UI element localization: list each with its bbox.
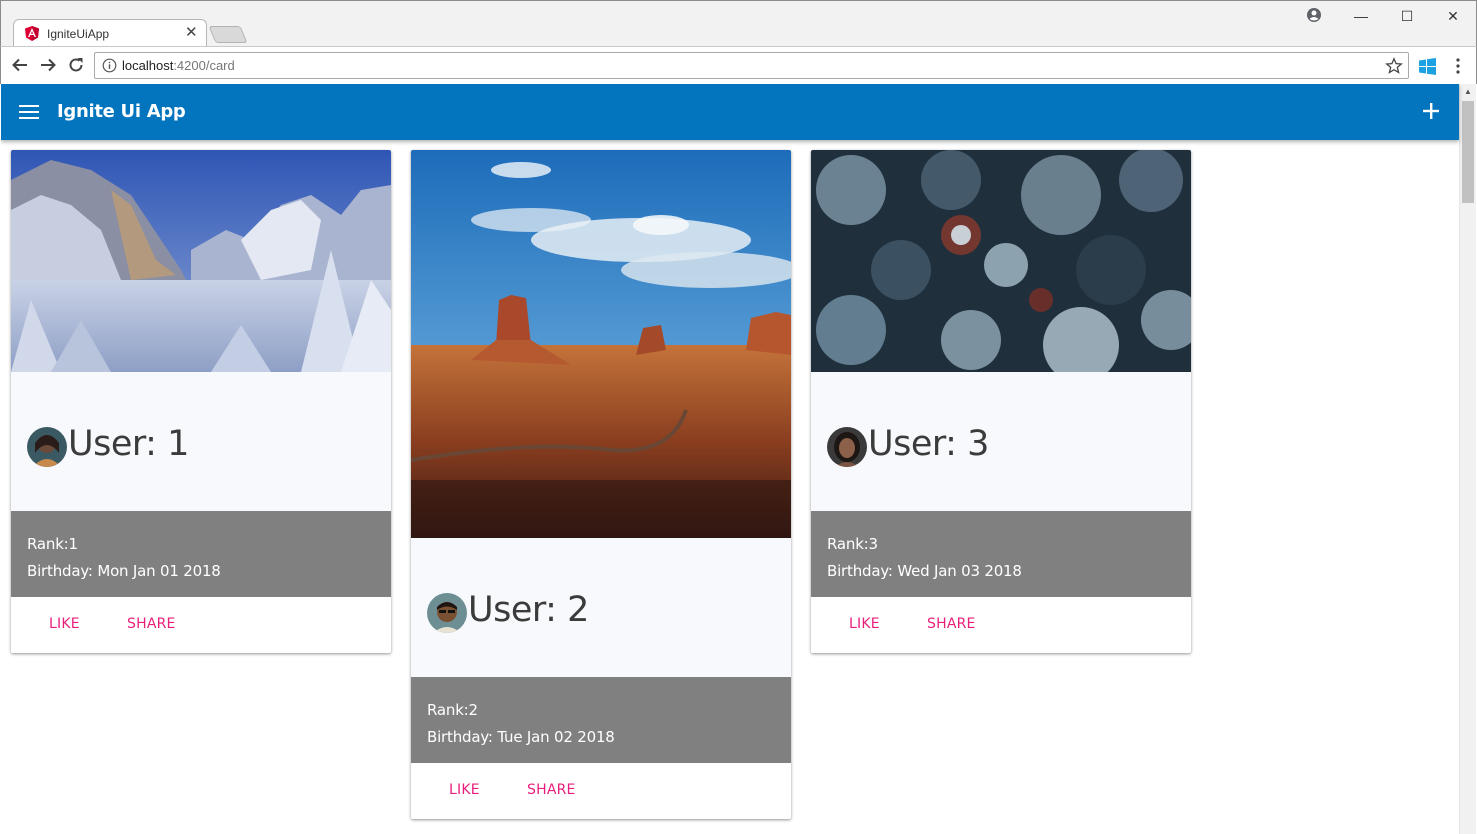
menu-icon[interactable] (19, 103, 39, 121)
close-window-button[interactable]: ✕ (1430, 1, 1476, 31)
avatar[interactable] (27, 427, 67, 467)
winter-valley-image (11, 150, 391, 372)
avatar-photo (427, 593, 467, 633)
new-tab-button[interactable] (208, 26, 248, 43)
user-card: User: 2 Rank:2 Birthday: Tue Jan 02 2018… (411, 150, 791, 819)
add-icon[interactable] (1421, 101, 1441, 121)
browser-titlebar: IgniteUiApp ✕ — ☐ ✕ (0, 0, 1477, 47)
card-media-image (811, 150, 1191, 372)
star-icon[interactable] (1385, 57, 1403, 75)
card-header: User: 3 (811, 372, 1191, 511)
more-vert-icon[interactable] (1452, 56, 1464, 76)
card-header: User: 2 (411, 538, 791, 677)
like-button[interactable]: LIKE (449, 782, 480, 798)
url-text[interactable]: localhost:4200/card (122, 58, 235, 73)
birthday-text: Birthday: Tue Jan 02 2018 (427, 728, 615, 746)
info-icon[interactable] (102, 58, 117, 73)
maximize-button[interactable]: ☐ (1384, 1, 1430, 31)
app-title: Ignite Ui App (57, 101, 186, 122)
card-content: Rank:3 Birthday: Wed Jan 03 2018 (811, 511, 1191, 597)
card-title: User: 2 (468, 590, 589, 630)
card-title: User: 3 (868, 424, 989, 464)
arrow-right-icon (41, 58, 56, 72)
share-button[interactable]: SHARE (127, 616, 176, 632)
card-content: Rank:1 Birthday: Mon Jan 01 2018 (11, 511, 391, 597)
like-button[interactable]: LIKE (49, 616, 80, 632)
share-button[interactable]: SHARE (527, 782, 576, 798)
windows-extension-icon[interactable] (1419, 58, 1436, 75)
reload-icon (69, 58, 83, 72)
scroll-up-icon[interactable]: ▲ (1464, 87, 1472, 96)
angular-icon (25, 26, 39, 41)
rank-text: Rank:2 (427, 701, 478, 719)
minimize-button[interactable]: — (1338, 1, 1384, 31)
user-card: User: 3 Rank:3 Birthday: Wed Jan 03 2018… (811, 150, 1191, 653)
user-card: User: 1 Rank:1 Birthday: Mon Jan 01 2018… (11, 150, 391, 653)
birthday-text: Birthday: Wed Jan 03 2018 (827, 562, 1022, 580)
url-host: localhost (122, 58, 174, 73)
card-actions: LIKE SHARE (11, 597, 391, 653)
tab-close-icon[interactable]: ✕ (185, 24, 198, 42)
reload-button[interactable] (66, 55, 86, 75)
window-controls: — ☐ ✕ (1338, 1, 1476, 31)
url-path: :4200/card (173, 58, 235, 73)
birthday-text: Birthday: Mon Jan 01 2018 (27, 562, 221, 580)
profile-icon[interactable] (1306, 7, 1322, 23)
share-button[interactable]: SHARE (927, 616, 976, 632)
rank-text: Rank:1 (27, 535, 78, 553)
frosted-forest-image (811, 150, 1191, 372)
address-bar[interactable]: localhost:4200/card (94, 52, 1409, 79)
card-header: User: 1 (11, 372, 391, 511)
desert-monument-image (411, 150, 791, 538)
card-media-image (411, 150, 791, 538)
app-navbar: Ignite Ui App (1, 84, 1459, 140)
browser-tab[interactable]: IgniteUiApp ✕ (13, 19, 207, 47)
avatar-photo (827, 427, 867, 467)
page-viewport: Ignite Ui App User: 1 Rank:1 Birthday: M… (1, 84, 1476, 834)
forward-button[interactable] (38, 55, 58, 75)
scroll-thumb[interactable] (1462, 101, 1474, 203)
page-scrollbar[interactable]: ▲ (1459, 84, 1476, 834)
card-content: Rank:2 Birthday: Tue Jan 02 2018 (411, 677, 791, 763)
arrow-left-icon (12, 58, 27, 72)
back-button[interactable] (10, 55, 30, 75)
browser-toolbar: localhost:4200/card (0, 46, 1477, 84)
card-title: User: 1 (68, 424, 189, 464)
avatar[interactable] (427, 593, 467, 633)
card-actions: LIKE SHARE (411, 763, 791, 819)
card-media-image (11, 150, 391, 372)
rank-text: Rank:3 (827, 535, 878, 553)
avatar[interactable] (827, 427, 867, 467)
avatar-photo (27, 427, 67, 467)
like-button[interactable]: LIKE (849, 616, 880, 632)
card-actions: LIKE SHARE (811, 597, 1191, 653)
tab-title: IgniteUiApp (47, 27, 110, 41)
